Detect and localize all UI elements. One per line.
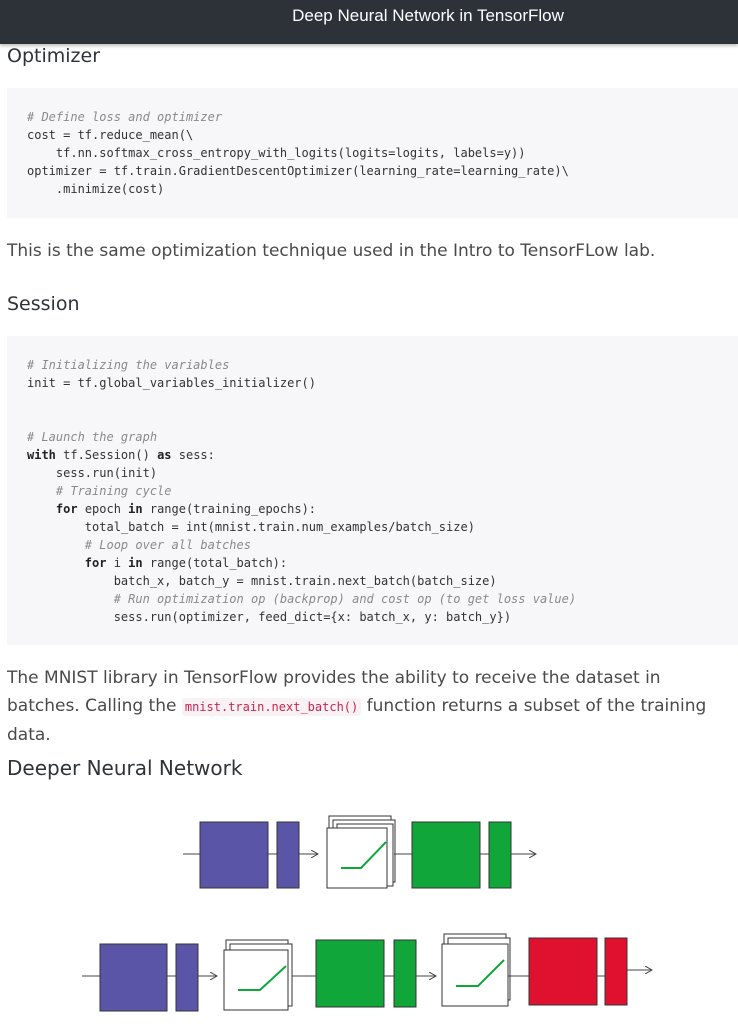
optimizer-code-block: # Define loss and optimizer cost = tf.red… xyxy=(7,88,738,218)
code-line: # Define loss and optimizer xyxy=(27,110,223,124)
blue-layer-block xyxy=(199,821,269,889)
code-line: # Training cycle xyxy=(27,484,172,498)
relu-stack-2 xyxy=(223,939,293,1011)
optimizer-heading: Optimizer xyxy=(7,45,101,67)
red-bias-block xyxy=(604,937,628,1006)
code-line: optimizer = tf.train.GradientDescentOpti… xyxy=(27,164,569,178)
deeper-network-heading: Deeper Neural Network xyxy=(7,756,243,780)
code-line: # Run optimization op (backprop) and cos… xyxy=(27,592,577,606)
relu-stack-3 xyxy=(441,933,511,1007)
blue-layer-block-2 xyxy=(99,943,168,1012)
code-line: for epoch in range(training_epochs): xyxy=(55,502,317,516)
session-code-block: # Initializing the variables init = tf.gl… xyxy=(7,336,738,645)
code-line: total_batch = int(mnist.train.num_exampl… xyxy=(27,520,475,534)
red-layer-block xyxy=(528,937,598,1006)
code-line: # Launch the graph xyxy=(27,430,158,444)
code-line: # Loop over all batches xyxy=(27,538,251,552)
code-line: # Initializing the variables xyxy=(27,358,230,372)
blue-bias-block xyxy=(276,821,300,889)
code-line: tf.nn.softmax_cross_entropy_with_logits(… xyxy=(27,146,526,160)
code-line: with tf.Session() as sess: xyxy=(27,448,215,462)
blue-bias-block-2 xyxy=(175,943,199,1012)
green-layer-block xyxy=(411,821,481,889)
code-line: batch_x, batch_y = mnist.train.next_batc… xyxy=(27,574,497,588)
code-line: sess.run(init) xyxy=(27,466,158,480)
top-bar: Deep Neural Network in TensorFlow xyxy=(0,0,738,44)
network-diagram xyxy=(82,815,738,1012)
code-line: sess.run(optimizer, feed_dict={x: batch_… xyxy=(27,610,512,624)
diagram-row-1 xyxy=(183,815,536,889)
session-description: The MNIST library in TensorFlow provides… xyxy=(7,664,732,749)
session-heading: Session xyxy=(7,293,80,315)
diagram-row-2 xyxy=(82,933,652,1012)
code-line: for i in range(total_batch): xyxy=(84,556,288,570)
green-layer-block-2 xyxy=(315,939,385,1008)
green-bias-block-2 xyxy=(393,939,417,1008)
optimizer-description: This is the same optimization technique … xyxy=(7,241,656,261)
page-title: Deep Neural Network in TensorFlow xyxy=(292,6,564,25)
code-line: cost = tf.reduce_mean(\ xyxy=(27,128,194,142)
green-bias-block xyxy=(488,821,512,889)
code-line: init = tf.global_variables_initializer() xyxy=(27,376,316,390)
inline-code-next-batch: mnist.train.next_batch() xyxy=(181,698,362,716)
code-line: .minimize(cost) xyxy=(27,182,165,196)
relu-stack xyxy=(326,815,396,889)
